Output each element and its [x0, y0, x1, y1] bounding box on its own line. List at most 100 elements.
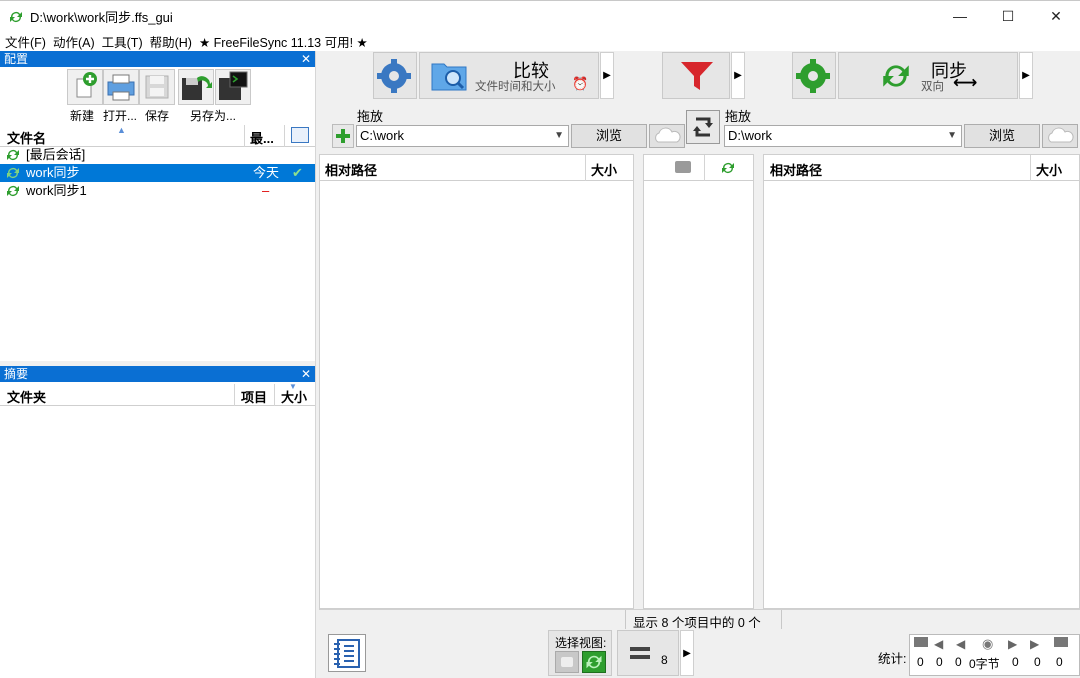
filter-button[interactable]: [662, 52, 730, 99]
compare-button[interactable]: 比较 文件时间和大小 ⏰: [419, 52, 599, 99]
open-config-button[interactable]: [103, 69, 139, 105]
menu-file[interactable]: 文件(F): [5, 32, 46, 51]
config-item-last-sync: 今天: [253, 165, 280, 180]
chevron-down-icon[interactable]: ▼: [554, 126, 564, 146]
compare-settings-button[interactable]: [373, 52, 417, 99]
sync-settings-button[interactable]: [792, 52, 836, 99]
add-folder-pair-button[interactable]: [332, 124, 354, 148]
menu-update-notice[interactable]: ★ FreeFileSync 11.13 可用! ★: [199, 32, 368, 51]
right-folder-path-input[interactable]: D:\work ▼: [724, 125, 962, 147]
view-category-button[interactable]: [555, 651, 579, 673]
column-items[interactable]: 项目: [241, 387, 267, 406]
column-folder[interactable]: 文件夹: [7, 387, 46, 406]
close-icon[interactable]: ✕: [301, 51, 311, 67]
config-item-work-sync-1[interactable]: work同步1 –: [0, 182, 315, 200]
left-file-grid[interactable]: 相对路径 大小: [319, 154, 634, 609]
close-button[interactable]: ✕: [1032, 1, 1080, 31]
batch-job-icon: [219, 71, 248, 100]
compare-variant: 文件时间和大小: [475, 81, 556, 93]
plus-icon: [336, 129, 350, 143]
window-title: D:\work\work同步.ffs_gui: [30, 10, 173, 25]
left-browse-button[interactable]: 浏览: [571, 124, 647, 148]
left-cloud-button[interactable]: [649, 124, 685, 148]
cloud-icon: [655, 127, 681, 143]
sync-icon: [586, 655, 602, 669]
stat-delete-left: 0: [955, 655, 962, 669]
toolbar-label-open: 打开...: [103, 109, 138, 123]
delete-left-icon: ◀: [956, 637, 966, 651]
view-action-button[interactable]: [582, 651, 606, 673]
middle-action-grid[interactable]: [643, 154, 754, 609]
status-bar: 显示 8 个项目中的 0 个: [319, 609, 1080, 630]
create-right-icon: [1054, 637, 1068, 647]
stat-delete-right: 0: [1012, 655, 1019, 669]
new-config-button[interactable]: [67, 69, 103, 105]
sort-down-icon: ▼: [289, 382, 297, 391]
left-drop-label: 拖放: [357, 109, 384, 124]
right-drop-label: 拖放: [725, 109, 752, 124]
view-label: 选择视图:: [555, 636, 607, 650]
chevron-down-icon[interactable]: ▼: [947, 126, 957, 146]
filter-options-arrow[interactable]: ▶: [731, 52, 745, 99]
summary-panel-title: 摘要: [4, 367, 29, 381]
left-folder-path-value: C:\work: [360, 128, 405, 143]
save-config-button[interactable]: [139, 69, 175, 105]
sync-icon: [883, 65, 909, 87]
column-last-sync[interactable]: 最...: [250, 128, 274, 147]
config-panel-title: 配置: [4, 52, 29, 66]
menu-help[interactable]: 帮助(H): [150, 32, 192, 51]
right-cloud-button[interactable]: [1042, 124, 1078, 148]
right-column-relative-path[interactable]: 相对路径: [770, 160, 822, 179]
checkmark-icon: ✔: [292, 165, 303, 180]
summary-list-header: 文件夹 项目 大小 ▼: [0, 382, 315, 406]
new-config-icon: [76, 72, 97, 98]
log-button[interactable]: [328, 634, 366, 672]
view-options-arrow[interactable]: ▶: [680, 630, 694, 676]
minimize-button[interactable]: —: [936, 1, 984, 31]
camera-icon: [561, 657, 573, 667]
gear-icon: [796, 59, 830, 93]
stat-update-right: 0: [1034, 655, 1041, 669]
delete-right-icon: ▶: [1008, 637, 1018, 651]
sync-icon[interactable]: [720, 160, 736, 176]
equal-count: 8: [661, 653, 668, 667]
config-item-last-session[interactable]: [最后会话]: [0, 146, 315, 164]
save-batch-button[interactable]: [215, 69, 251, 105]
sync-options-arrow[interactable]: ▶: [1019, 52, 1033, 99]
right-folder-path-value: D:\work: [728, 128, 773, 143]
gear-icon: [377, 59, 411, 93]
toolbar-label-save-as: 另存为...: [190, 109, 237, 123]
statistics-panel: ◀ ◀ ◉ ▶ ▶ 0 0 0 0字节 0 0 0: [909, 634, 1080, 676]
sync-icon: [7, 186, 19, 196]
column-file-name[interactable]: 文件名: [7, 128, 46, 147]
stat-update-left: 0: [936, 655, 943, 669]
right-column-size[interactable]: 大小: [1036, 160, 1062, 179]
right-file-grid[interactable]: 相对路径 大小: [763, 154, 1080, 609]
left-grid-header: 相对路径 大小: [320, 155, 633, 181]
status-text: 显示 8 个项目中的 0 个: [633, 616, 761, 630]
update-left-icon: ◀: [934, 637, 944, 651]
config-item-name: work同步: [26, 165, 80, 180]
save-as-button[interactable]: [178, 69, 214, 105]
maximize-button[interactable]: ☐: [984, 1, 1032, 31]
stat-data-size: 0字节: [969, 657, 1000, 671]
menu-action[interactable]: 动作(A): [53, 32, 95, 51]
equal-filter-button[interactable]: 8: [617, 630, 679, 676]
left-column-relative-path[interactable]: 相对路径: [325, 160, 377, 179]
equal-icon: [630, 655, 650, 659]
config-item-work-sync[interactable]: work同步 今天 ✔: [0, 164, 315, 182]
left-column-size[interactable]: 大小: [591, 160, 617, 179]
swap-sides-button[interactable]: [686, 110, 720, 144]
column-config-icon[interactable]: [291, 127, 309, 143]
left-folder-path-input[interactable]: C:\work ▼: [356, 125, 569, 147]
config-item-name: work同步1: [26, 183, 87, 198]
sync-button[interactable]: 同步 双向 ⟷: [838, 52, 1018, 99]
camera-icon[interactable]: [675, 161, 691, 173]
view-select-group: 选择视图:: [548, 630, 612, 676]
filter-icon: [681, 62, 713, 90]
right-browse-button[interactable]: 浏览: [964, 124, 1040, 148]
printer-icon: [107, 74, 135, 101]
menu-tools[interactable]: 工具(T): [102, 32, 143, 51]
compare-options-arrow[interactable]: ▶: [600, 52, 614, 99]
close-icon[interactable]: ✕: [301, 366, 311, 382]
